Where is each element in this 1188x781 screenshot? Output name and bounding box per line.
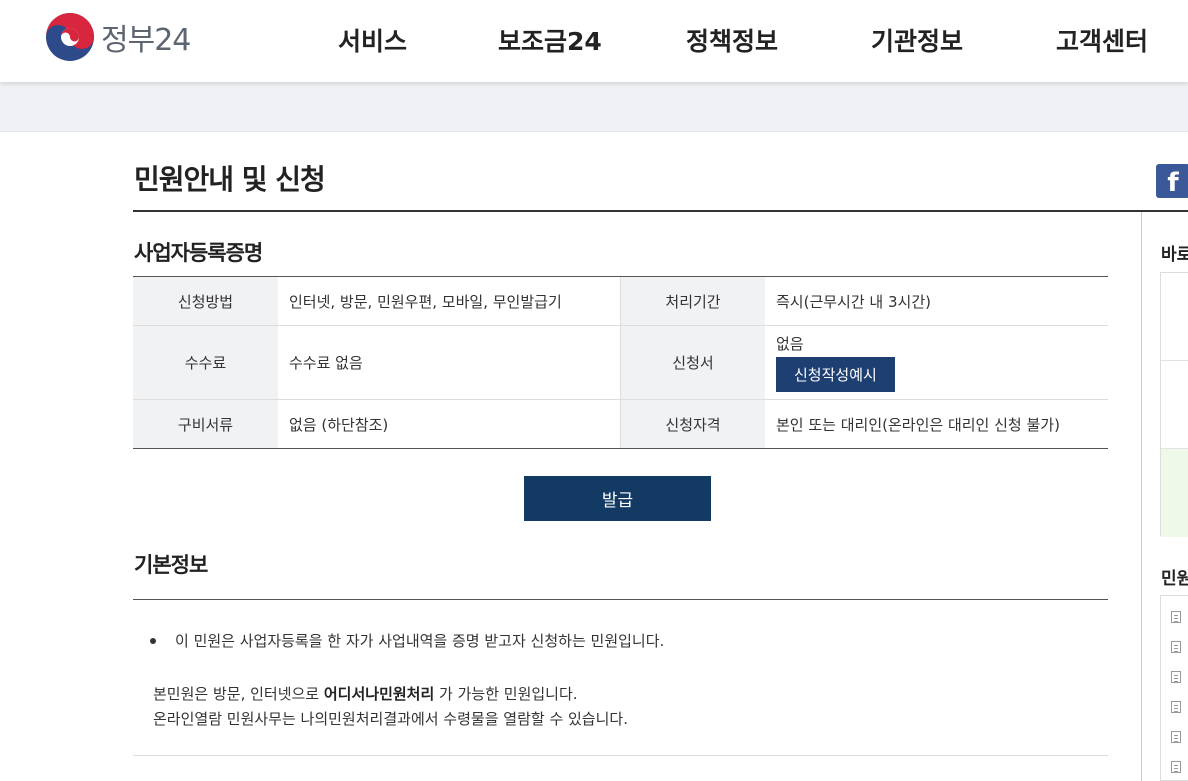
- nav-subsidy24[interactable]: 보조금24: [498, 22, 602, 58]
- table-row: 수수료 수수료 없음 신청서 없음 신청작성예시: [133, 326, 1108, 400]
- basic-info-heading: 기본정보: [134, 553, 208, 577]
- document-icon[interactable]: [1171, 611, 1181, 623]
- notice-bold: 어디서나민원처리: [323, 685, 435, 703]
- method-label: 신청방법: [133, 277, 278, 325]
- basic-info-divider: [133, 599, 1108, 600]
- nav-agency-info[interactable]: 기관정보: [871, 22, 963, 58]
- title-divider: [133, 210, 1188, 212]
- nav-services[interactable]: 서비스: [338, 22, 407, 58]
- form-sample-button[interactable]: 신청작성예시: [776, 357, 895, 392]
- method-value: 인터넷, 방문, 민원우편, 모바일, 무인발급기: [289, 292, 562, 311]
- docs-value: 없음 (하단참조): [289, 415, 389, 434]
- docs-label: 구비서류: [133, 400, 278, 448]
- service-info-table: 신청방법 인터넷, 방문, 민원우편, 모바일, 무인발급기 처리기간 즉시(근…: [133, 276, 1108, 449]
- issue-button[interactable]: 발급: [524, 476, 711, 521]
- sidebar-civil-list: [1160, 595, 1188, 781]
- notice-line-2: 온라인열람 민원사무는 나의민원처리결과에서 수령물을 열람할 수 있습니다.: [153, 710, 628, 728]
- section-divider: [133, 755, 1108, 756]
- sidebar-heading-shortcut: 바로: [1161, 245, 1188, 265]
- document-icon[interactable]: [1171, 701, 1181, 713]
- page-title: 민원안내 및 신청: [134, 163, 326, 196]
- sidebar-shortcut-item-highlight[interactable]: [1161, 449, 1188, 537]
- bullet-icon: [150, 637, 156, 644]
- service-name-heading: 사업자등록증명: [134, 241, 263, 265]
- facebook-icon[interactable]: f: [1156, 164, 1188, 198]
- document-icon[interactable]: [1171, 641, 1181, 653]
- fee-value: 수수료 없음: [289, 354, 363, 372]
- document-icon[interactable]: [1171, 731, 1181, 743]
- sub-header-bar: [0, 82, 1188, 132]
- header: 정부24 서비스 보조금24 정책정보 기관정보 고객센터: [0, 0, 1188, 82]
- qualification-value: 본인 또는 대리인(온라인은 대리인 신청 불가): [776, 415, 1060, 434]
- sidebar-shortcut-item[interactable]: [1161, 361, 1188, 449]
- sidebar-heading-civil: 민원: [1161, 569, 1188, 589]
- qualification-label: 신청자격: [620, 400, 765, 448]
- bullet-text: 이 민원은 사업자등록을 한 자가 사업내역을 증명 받고자 신청하는 민원입니…: [175, 632, 665, 650]
- fee-label: 수수료: [133, 326, 278, 399]
- sidebar-divider: [1141, 212, 1142, 781]
- document-icon[interactable]: [1171, 671, 1181, 683]
- main-navigation: 서비스 보조금24 정책정보 기관정보 고객센터: [0, 22, 1188, 62]
- notice-line-1: 본민원은 방문, 인터넷으로 어디서나민원처리 가 가능한 민원입니다.: [153, 682, 628, 707]
- notice-text: 본민원은 방문, 인터넷으로 어디서나민원처리 가 가능한 민원입니다. 온라인…: [153, 682, 628, 732]
- form-label: 신청서: [620, 326, 765, 399]
- notice-post: 가 가능한 민원입니다.: [434, 685, 578, 703]
- period-label: 처리기간: [620, 277, 765, 325]
- document-icon[interactable]: [1171, 761, 1181, 773]
- notice-pre: 본민원은 방문, 인터넷으로: [153, 685, 324, 703]
- basic-info-bullet: 이 민원은 사업자등록을 한 자가 사업내역을 증명 받고자 신청하는 민원입니…: [150, 630, 664, 651]
- table-row: 신청방법 인터넷, 방문, 민원우편, 모바일, 무인발급기 처리기간 즉시(근…: [133, 277, 1108, 326]
- sidebar-shortcut-item[interactable]: [1161, 273, 1188, 361]
- nav-policy-info[interactable]: 정책정보: [686, 22, 778, 58]
- sidebar-shortcut-box: [1160, 272, 1188, 537]
- form-value-cell: 없음 신청작성예시: [765, 326, 1108, 399]
- form-value: 없음: [776, 335, 804, 353]
- nav-customer-center[interactable]: 고객센터: [1056, 22, 1148, 58]
- table-row: 구비서류 없음 (하단참조) 신청자격 본인 또는 대리인(온라인은 대리인 신…: [133, 400, 1108, 448]
- period-value: 즉시(근무시간 내 3시간): [776, 292, 931, 311]
